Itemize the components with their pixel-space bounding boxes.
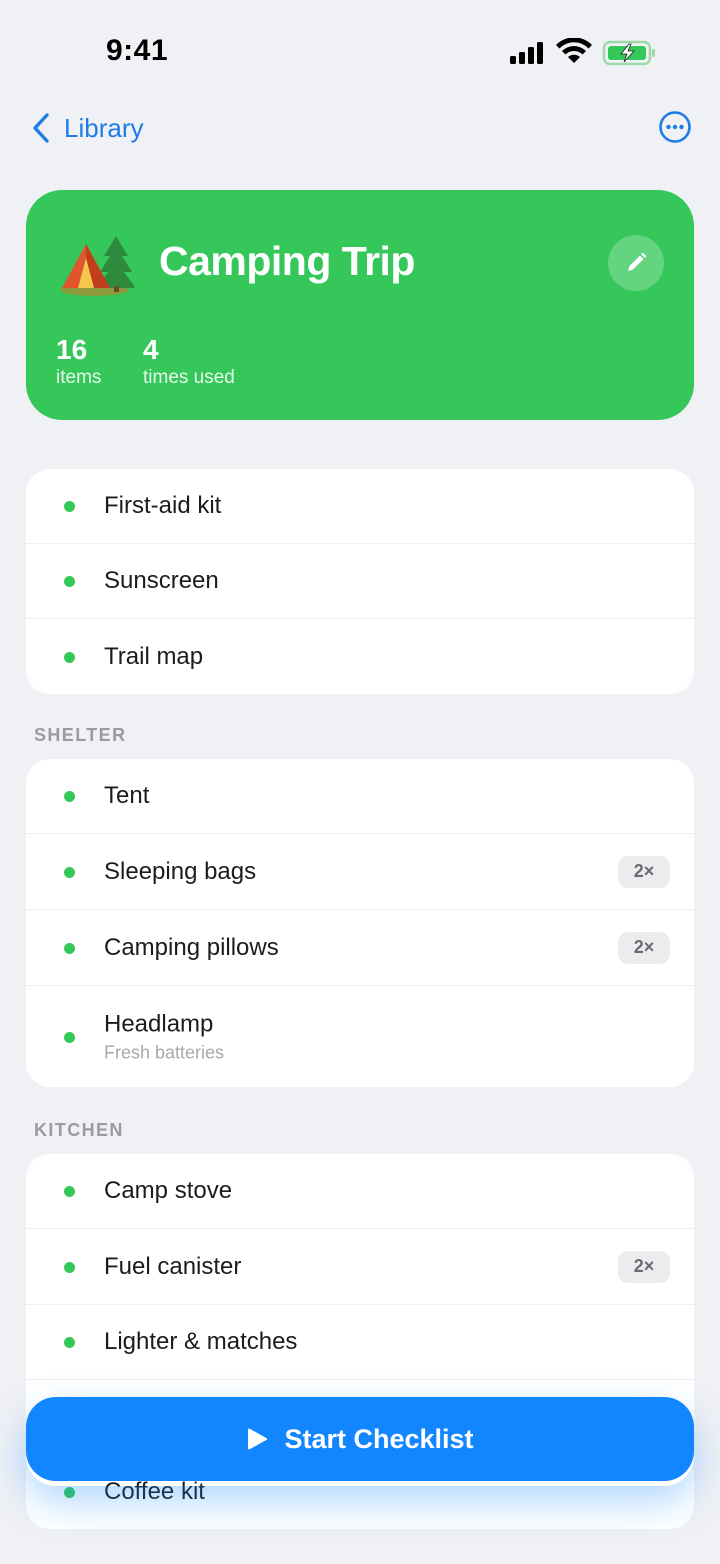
- signal-wifi-battery-icon: [510, 37, 655, 66]
- back-button[interactable]: Library: [32, 108, 143, 148]
- more-button[interactable]: [658, 110, 692, 144]
- item-note: Fresh batteries: [104, 1042, 225, 1062]
- item-name: Tent: [104, 782, 150, 809]
- status-icons: [508, 37, 658, 68]
- back-label: Library: [64, 112, 144, 143]
- bullet-dot-icon: [64, 866, 75, 878]
- quantity-badge: 2×: [618, 931, 670, 964]
- item-name: Fuel canister: [104, 1252, 242, 1280]
- list-item[interactable]: Camp stove: [26, 1154, 694, 1229]
- list-item[interactable]: Fuel canister 2×: [26, 1229, 694, 1305]
- stat-items: 16 items: [56, 334, 101, 390]
- stat-value: 16: [56, 334, 88, 365]
- item-name: Camp stove: [104, 1177, 233, 1204]
- stat-value: 4: [143, 334, 159, 365]
- status-bar: 9:41: [0, 0, 720, 100]
- item-group-general: First-aid kit Sunscreen Trail map: [26, 469, 694, 694]
- tent-icon: [58, 232, 136, 298]
- list-item[interactable]: Tent: [26, 759, 694, 834]
- edit-button[interactable]: [608, 235, 664, 291]
- item-name: Sleeping bags: [104, 857, 257, 885]
- bullet-dot-icon: [64, 576, 75, 587]
- item-name: First-aid kit: [104, 492, 222, 519]
- template-hero-card: Camping Trip 16 items 4 times used: [26, 190, 694, 420]
- list-item[interactable]: First-aid kit: [26, 469, 694, 544]
- bullet-dot-icon: [64, 651, 75, 663]
- stat-label: times used: [143, 367, 235, 388]
- item-name: Trail map: [104, 642, 204, 670]
- section-header-shelter: SHELTER: [34, 725, 127, 745]
- start-checklist-label: Start Checklist: [284, 1423, 474, 1454]
- template-title: Camping Trip: [159, 238, 415, 284]
- bullet-dot-icon: [64, 1337, 75, 1348]
- chevron-left-icon: [33, 113, 49, 143]
- list-item[interactable]: Lighter & matches: [26, 1305, 694, 1380]
- item-name: Lighter & matches: [104, 1328, 298, 1355]
- list-item[interactable]: Headlamp Fresh batteries: [26, 986, 694, 1087]
- stat-times-used: 4 times used: [143, 334, 235, 390]
- item-name: Camping pillows: [104, 933, 279, 961]
- bullet-dot-icon: [64, 942, 75, 954]
- section-header-kitchen: KITCHEN: [34, 1120, 124, 1140]
- bullet-dot-icon: [64, 501, 75, 512]
- bullet-dot-icon: [64, 1487, 75, 1498]
- list-item[interactable]: Sunscreen: [26, 544, 694, 619]
- item-name: Sunscreen: [104, 567, 219, 594]
- bullet-dot-icon: [64, 791, 75, 802]
- quantity-badge: 2×: [618, 855, 670, 888]
- bullet-dot-icon: [64, 1031, 75, 1043]
- status-time: 9:41: [106, 34, 169, 67]
- list-item[interactable]: Sleeping bags 2×: [26, 834, 694, 910]
- quantity-badge: 2×: [618, 1250, 670, 1283]
- bullet-dot-icon: [64, 1261, 75, 1273]
- item-name: Headlamp: [104, 1010, 214, 1037]
- ellipsis-circle-icon: [659, 111, 691, 143]
- pencil-icon: [628, 252, 647, 271]
- bullet-dot-icon: [64, 1186, 75, 1197]
- list-item[interactable]: Trail map: [26, 619, 694, 694]
- item-group-shelter: Tent Sleeping bags 2× Camping pillows 2×…: [26, 759, 694, 1087]
- play-icon: [248, 1428, 268, 1450]
- list-item[interactable]: Camping pillows 2×: [26, 910, 694, 986]
- item-text: Headlamp Fresh batteries: [104, 1010, 224, 1063]
- start-checklist-button[interactable]: Start Checklist: [26, 1397, 694, 1481]
- stat-label: items: [56, 367, 102, 388]
